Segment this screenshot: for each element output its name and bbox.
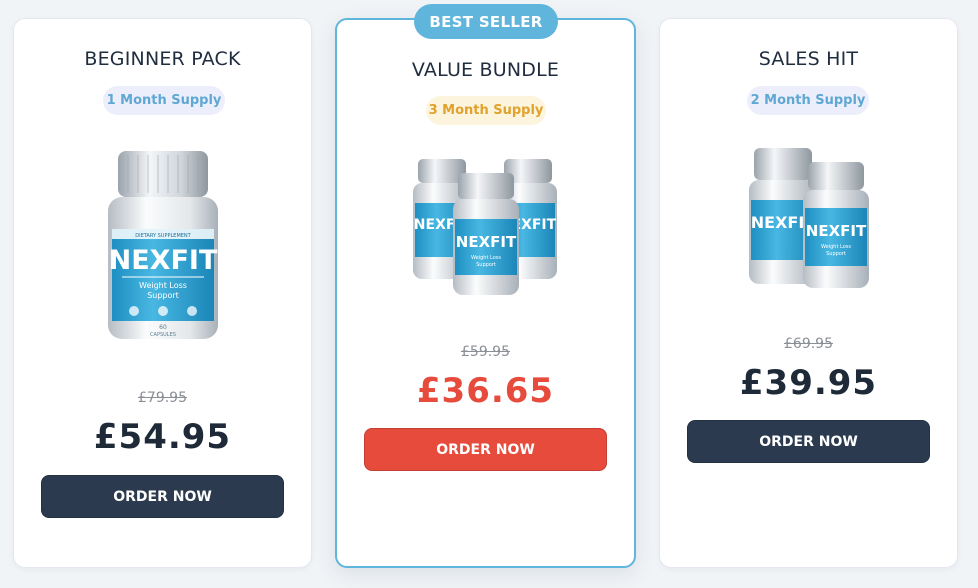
supply-badge: 2 Month Supply [747, 86, 869, 115]
best-seller-badge: BEST SELLER [414, 4, 558, 39]
svg-text:Support: Support [476, 262, 496, 268]
product-image: NEXFIT NEXFIT NEXFIT Weight Loss Support [409, 155, 563, 298]
sale-price: £39.95 [739, 363, 878, 403]
sale-price: £36.65 [416, 371, 555, 411]
card-title: SALES HIT [758, 48, 859, 70]
order-now-button[interactable]: ORDER NOW [41, 475, 284, 518]
svg-text:DIETARY SUPPLEMENT: DIETARY SUPPLEMENT [135, 233, 191, 239]
card-title: VALUE BUNDLE [411, 59, 560, 81]
svg-text:60: 60 [159, 324, 167, 331]
sale-price: £54.95 [93, 417, 232, 457]
order-now-button[interactable]: ORDER NOW [364, 428, 607, 471]
order-now-button[interactable]: ORDER NOW [687, 420, 930, 463]
svg-text:Weight Loss: Weight Loss [471, 255, 501, 261]
supply-badge: 1 Month Supply [103, 86, 225, 115]
svg-text:Weight Loss: Weight Loss [139, 281, 187, 290]
svg-text:NEXFIT: NEXFIT [806, 222, 867, 240]
svg-text:NEXFIT: NEXFIT [109, 245, 218, 276]
original-price: £79.95 [138, 390, 187, 406]
card-title: BEGINNER PACK [84, 48, 241, 70]
svg-text:CAPSULES: CAPSULES [150, 332, 176, 338]
product-card-value-bundle: VALUE BUNDLE 3 Month Supply NEXFIT NEXFI… [335, 18, 636, 568]
svg-text:Weight Loss: Weight Loss [821, 244, 851, 250]
product-image: DIETARY SUPPLEMENT NEXFIT Weight Loss Su… [104, 145, 222, 343]
original-price: £69.95 [784, 336, 833, 352]
svg-text:Support: Support [147, 291, 179, 300]
product-card-beginner-pack: BEGINNER PACK 1 Month Supply DIETARY SUP… [13, 18, 312, 568]
svg-text:NEXFIT: NEXFIT [456, 233, 517, 251]
product-card-sales-hit: SALES HIT 2 Month Supply NEXFIT NEXFIT W… [659, 18, 958, 568]
supply-badge: 3 Month Supply [426, 96, 546, 125]
original-price: £59.95 [461, 344, 510, 360]
product-image: NEXFIT NEXFIT Weight Loss Support [741, 146, 877, 290]
svg-text:Support: Support [826, 251, 846, 257]
